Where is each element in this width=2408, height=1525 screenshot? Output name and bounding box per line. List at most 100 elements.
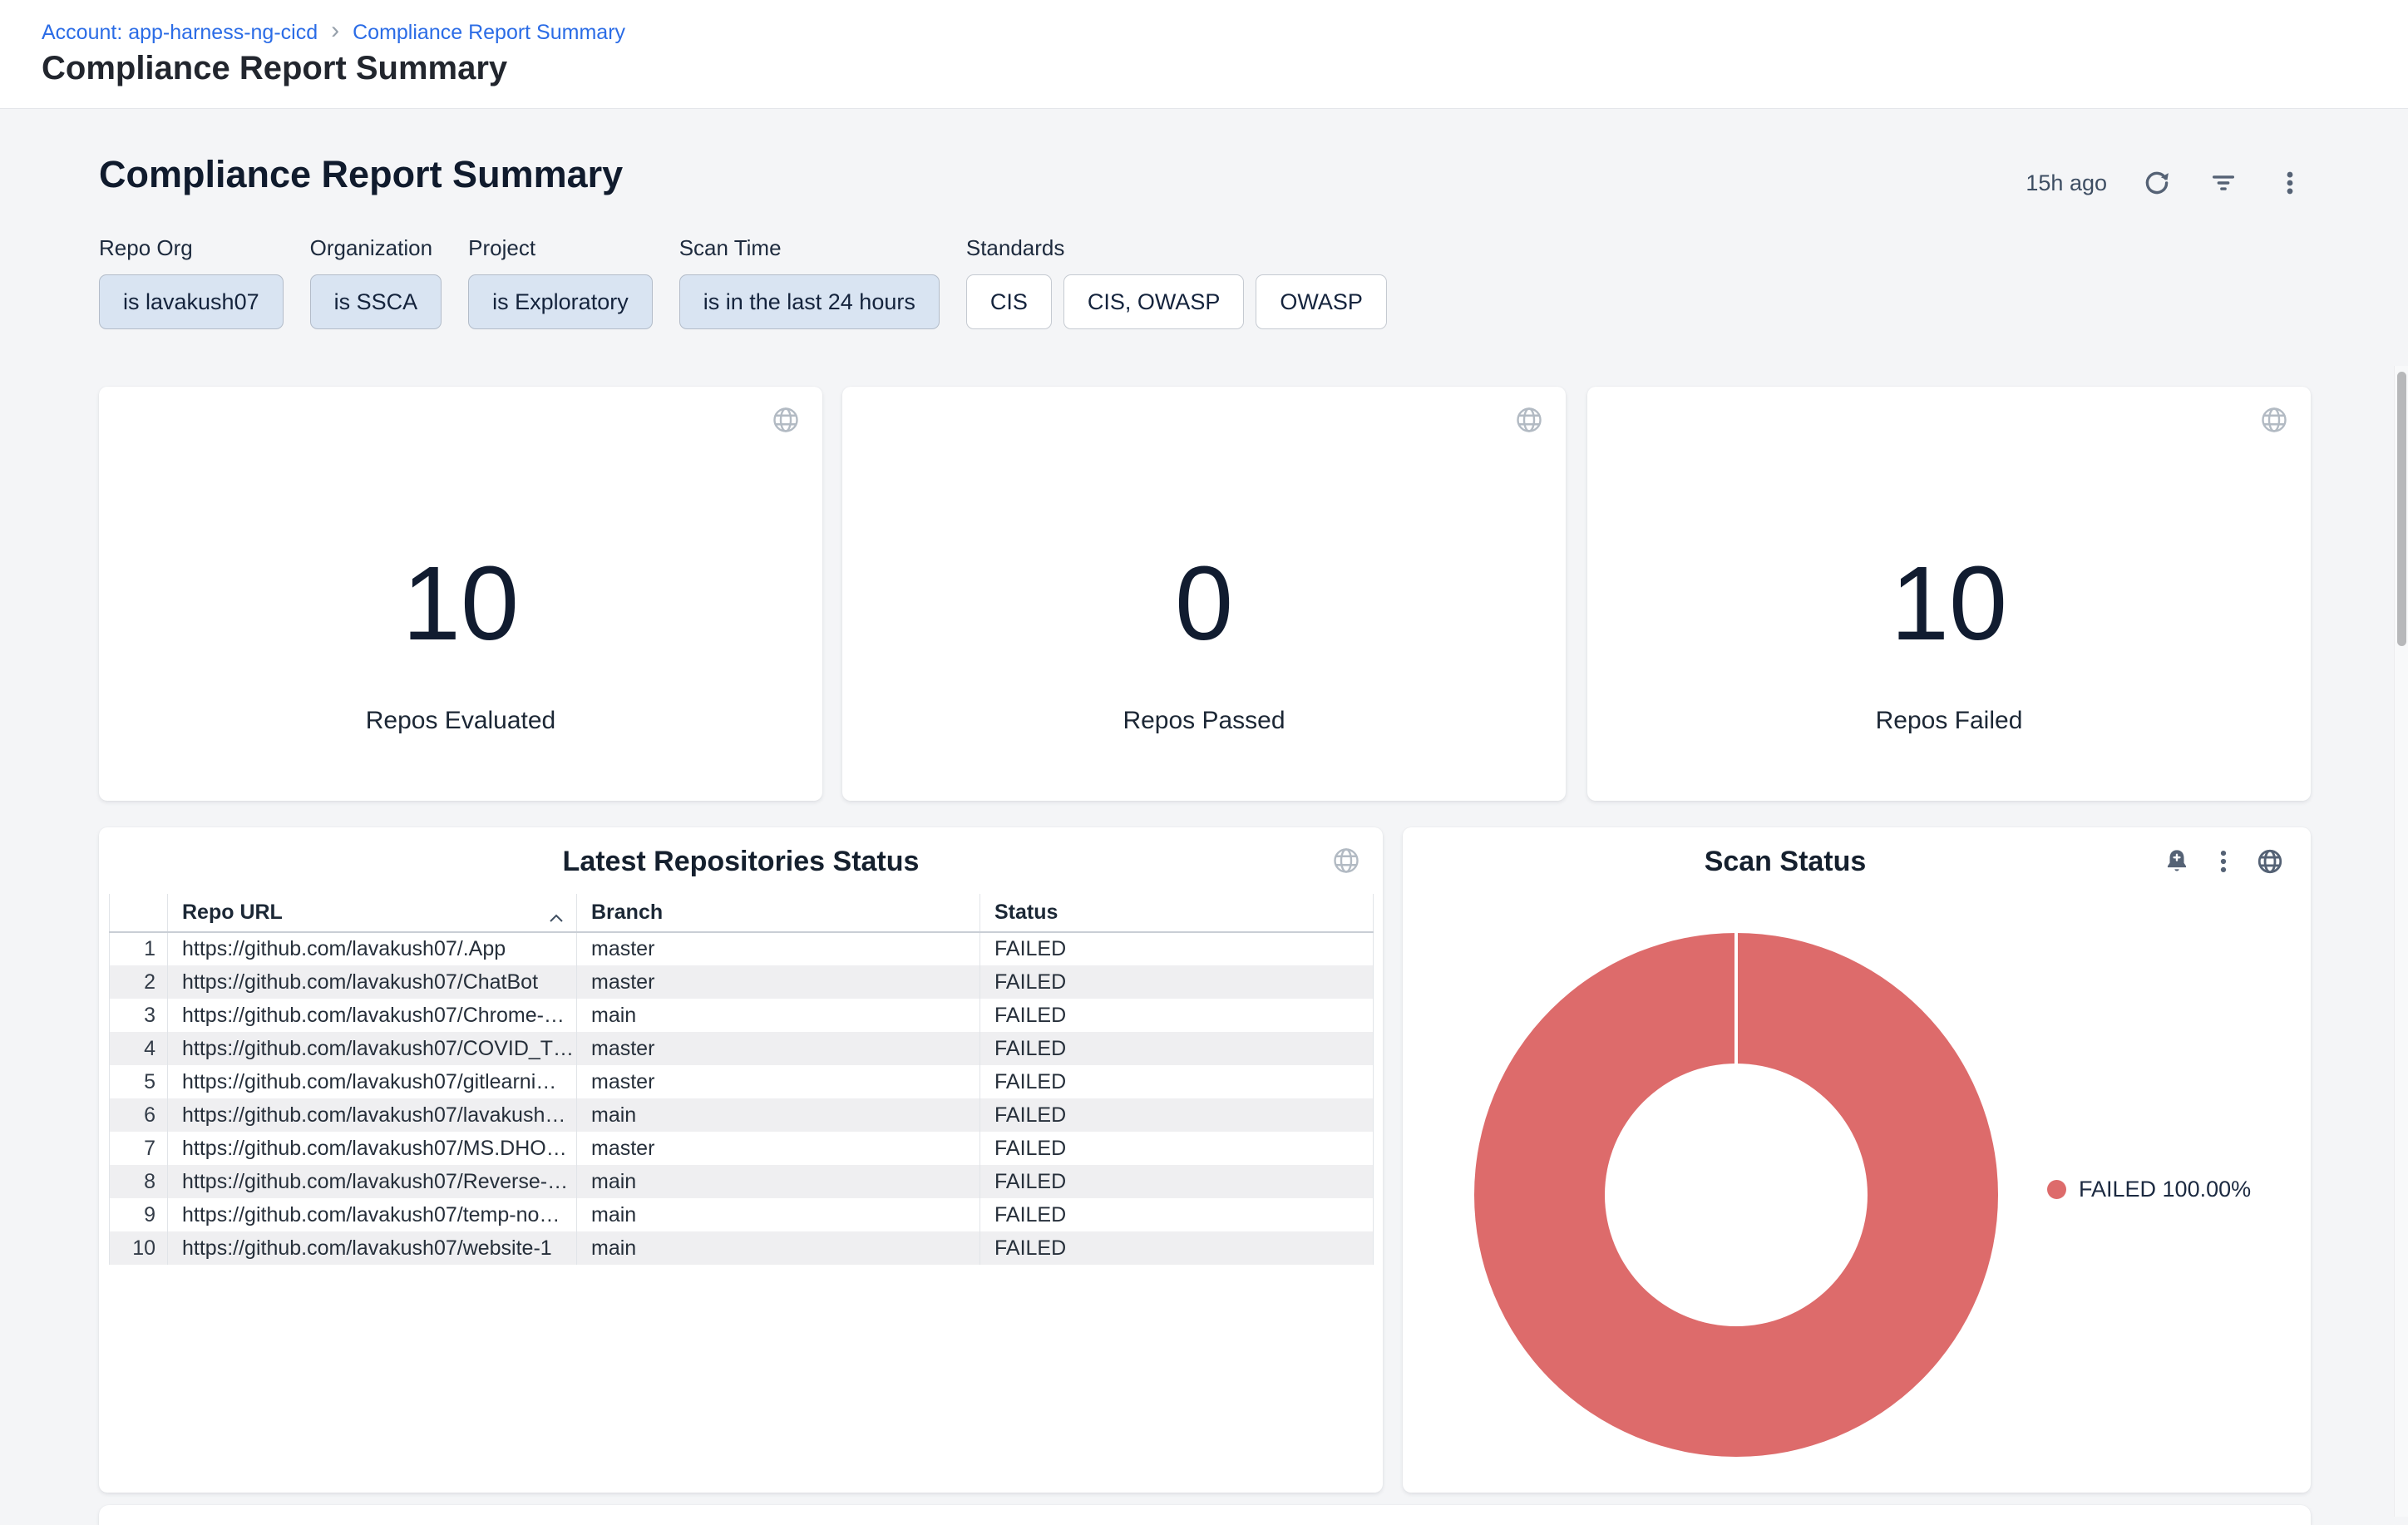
breadcrumb-separator-icon: › — [331, 18, 339, 47]
donut-slice-divider — [1734, 933, 1738, 1064]
stat-label: Repos Failed — [1587, 707, 2311, 735]
cell-branch: master — [577, 1032, 980, 1065]
cell-branch: main — [577, 1198, 980, 1231]
filter-group: Project is Exploratory — [468, 235, 653, 329]
filter-chip-row: is SSCA — [310, 274, 442, 329]
cell-status: FAILED — [980, 1198, 1374, 1231]
cell-num: 7 — [110, 1132, 168, 1165]
breadcrumb-account-link[interactable]: Account: app-harness-ng-cicd — [42, 21, 318, 45]
filter-chip-row: CISCIS, OWASPOWASP — [966, 274, 1387, 329]
scrollbar-track[interactable] — [2394, 366, 2408, 1517]
panel-title: Scan Status — [1403, 846, 2168, 878]
table-row: 3https://github.com/lavakush07/Chrome-…m… — [110, 999, 1374, 1032]
cell-status: FAILED — [980, 1098, 1374, 1132]
cell-num: 4 — [110, 1032, 168, 1065]
cell-status: FAILED — [980, 1032, 1374, 1065]
cell-branch: master — [577, 932, 980, 965]
filter-group: Scan Time is in the last 24 hours — [679, 235, 940, 329]
filter-chip-row: is in the last 24 hours — [679, 274, 940, 329]
cell-url: https://github.com/lavakush07/MS.DHO… — [168, 1132, 577, 1165]
table-row: 2https://github.com/lavakush07/ChatBotma… — [110, 965, 1374, 999]
next-tile-partial — [99, 1505, 2311, 1525]
cell-status: FAILED — [980, 1132, 1374, 1165]
filter-bar: Repo Org is lavakush07 Organizationis SSCA… — [99, 235, 1387, 329]
stat-label: Repos Passed — [842, 707, 1566, 735]
cell-url: https://github.com/lavakush07/gitlearni… — [168, 1065, 577, 1098]
cell-branch: main — [577, 1098, 980, 1132]
filter-chip[interactable]: CIS, OWASP — [1063, 274, 1245, 329]
cell-num: 8 — [110, 1165, 168, 1198]
filter-chip[interactable]: CIS — [966, 274, 1052, 329]
cell-status: FAILED — [980, 965, 1374, 999]
kebab-menu-icon — [2276, 169, 2304, 197]
scrollbar-thumb[interactable] — [2397, 372, 2406, 646]
cell-branch: master — [577, 965, 980, 999]
panel-title: Latest Repositories Status — [99, 846, 1383, 878]
dashboard-menu-button[interactable] — [2273, 166, 2307, 200]
filter-label: Scan Time — [679, 235, 940, 261]
globe-icon[interactable] — [1331, 846, 1361, 876]
stat-value: 10 — [1587, 550, 2311, 658]
column-header-status[interactable]: Status — [980, 894, 1374, 932]
kebab-menu-icon[interactable] — [2209, 847, 2238, 876]
column-header-label: Repo URL — [182, 901, 283, 924]
globe-icon[interactable] — [2256, 847, 2284, 876]
table-header-row: Repo URL Branch Status — [110, 894, 1374, 932]
cell-url: https://github.com/lavakush07/temp-no… — [168, 1198, 577, 1231]
cell-num: 5 — [110, 1065, 168, 1098]
globe-icon[interactable] — [1514, 405, 1544, 435]
alert-bell-icon[interactable] — [2163, 847, 2191, 876]
filter-chip[interactable]: is in the last 24 hours — [679, 274, 940, 329]
filter-label: Project — [468, 235, 653, 261]
cell-status: FAILED — [980, 1065, 1374, 1098]
cell-url: https://github.com/lavakush07/lavakush… — [168, 1098, 577, 1132]
cell-status: FAILED — [980, 1231, 1374, 1265]
app-header: Account: app-harness-ng-cicd › Complianc… — [0, 0, 2408, 109]
page-title: Compliance Report Summary — [42, 50, 507, 87]
dashboard-title: Compliance Report Summary — [99, 153, 623, 196]
cell-status: FAILED — [980, 1165, 1374, 1198]
breadcrumb: Account: app-harness-ng-cicd › Complianc… — [42, 18, 625, 47]
scan-status-panel: Scan Status — [1403, 827, 2311, 1493]
filter-group: Organizationis SSCA — [310, 235, 442, 329]
stat-value: 0 — [842, 550, 1566, 658]
column-header-repo-url[interactable]: Repo URL — [168, 894, 577, 932]
filter-chip[interactable]: OWASP — [1256, 274, 1387, 329]
column-header-index — [110, 894, 168, 932]
globe-icon[interactable] — [771, 405, 801, 435]
cell-num: 10 — [110, 1231, 168, 1265]
cell-branch: master — [577, 1065, 980, 1098]
compliance-dashboard-page: Account: app-harness-ng-cicd › Complianc… — [0, 0, 2408, 1517]
filter-group: Repo Org is lavakush07 — [99, 235, 284, 329]
cell-num: 1 — [110, 932, 168, 965]
filter-chip[interactable]: is Exploratory — [468, 274, 653, 329]
donut-hole — [1605, 1064, 1868, 1326]
cell-url: https://github.com/lavakush07/website-1 — [168, 1231, 577, 1265]
stat-card-repos-passed: 0 Repos Passed — [842, 387, 1566, 801]
donut-ring[interactable] — [1474, 933, 1998, 1457]
globe-icon[interactable] — [2259, 405, 2289, 435]
breadcrumb-page-link[interactable]: Compliance Report Summary — [353, 21, 625, 45]
cell-num: 6 — [110, 1098, 168, 1132]
filter-chip[interactable]: is SSCA — [310, 274, 442, 329]
stat-label: Repos Evaluated — [99, 707, 822, 735]
stat-card-repos-failed: 10 Repos Failed — [1587, 387, 2311, 801]
cell-url: https://github.com/lavakush07/COVID_T… — [168, 1032, 577, 1065]
chart-legend[interactable]: FAILED 100.00% — [2047, 1177, 2251, 1202]
stat-card-repos-evaluated: 10 Repos Evaluated — [99, 387, 822, 801]
filter-chip-row: is Exploratory — [468, 274, 653, 329]
filter-button[interactable] — [2207, 166, 2240, 200]
cell-branch: main — [577, 999, 980, 1032]
filter-label: Repo Org — [99, 235, 284, 261]
stat-value: 10 — [99, 550, 822, 658]
filter-icon — [2209, 169, 2238, 197]
column-header-branch[interactable]: Branch — [577, 894, 980, 932]
sort-ascending-icon — [548, 906, 565, 919]
table-row: 7https://github.com/lavakush07/MS.DHO…ma… — [110, 1132, 1374, 1165]
table-row: 4https://github.com/lavakush07/COVID_T…m… — [110, 1032, 1374, 1065]
refresh-button[interactable] — [2140, 166, 2174, 200]
filter-chip-row: is lavakush07 — [99, 274, 284, 329]
filter-chip[interactable]: is lavakush07 — [99, 274, 284, 329]
cell-url: https://github.com/lavakush07/ChatBot — [168, 965, 577, 999]
last-refreshed-label: 15h ago — [2026, 170, 2107, 196]
